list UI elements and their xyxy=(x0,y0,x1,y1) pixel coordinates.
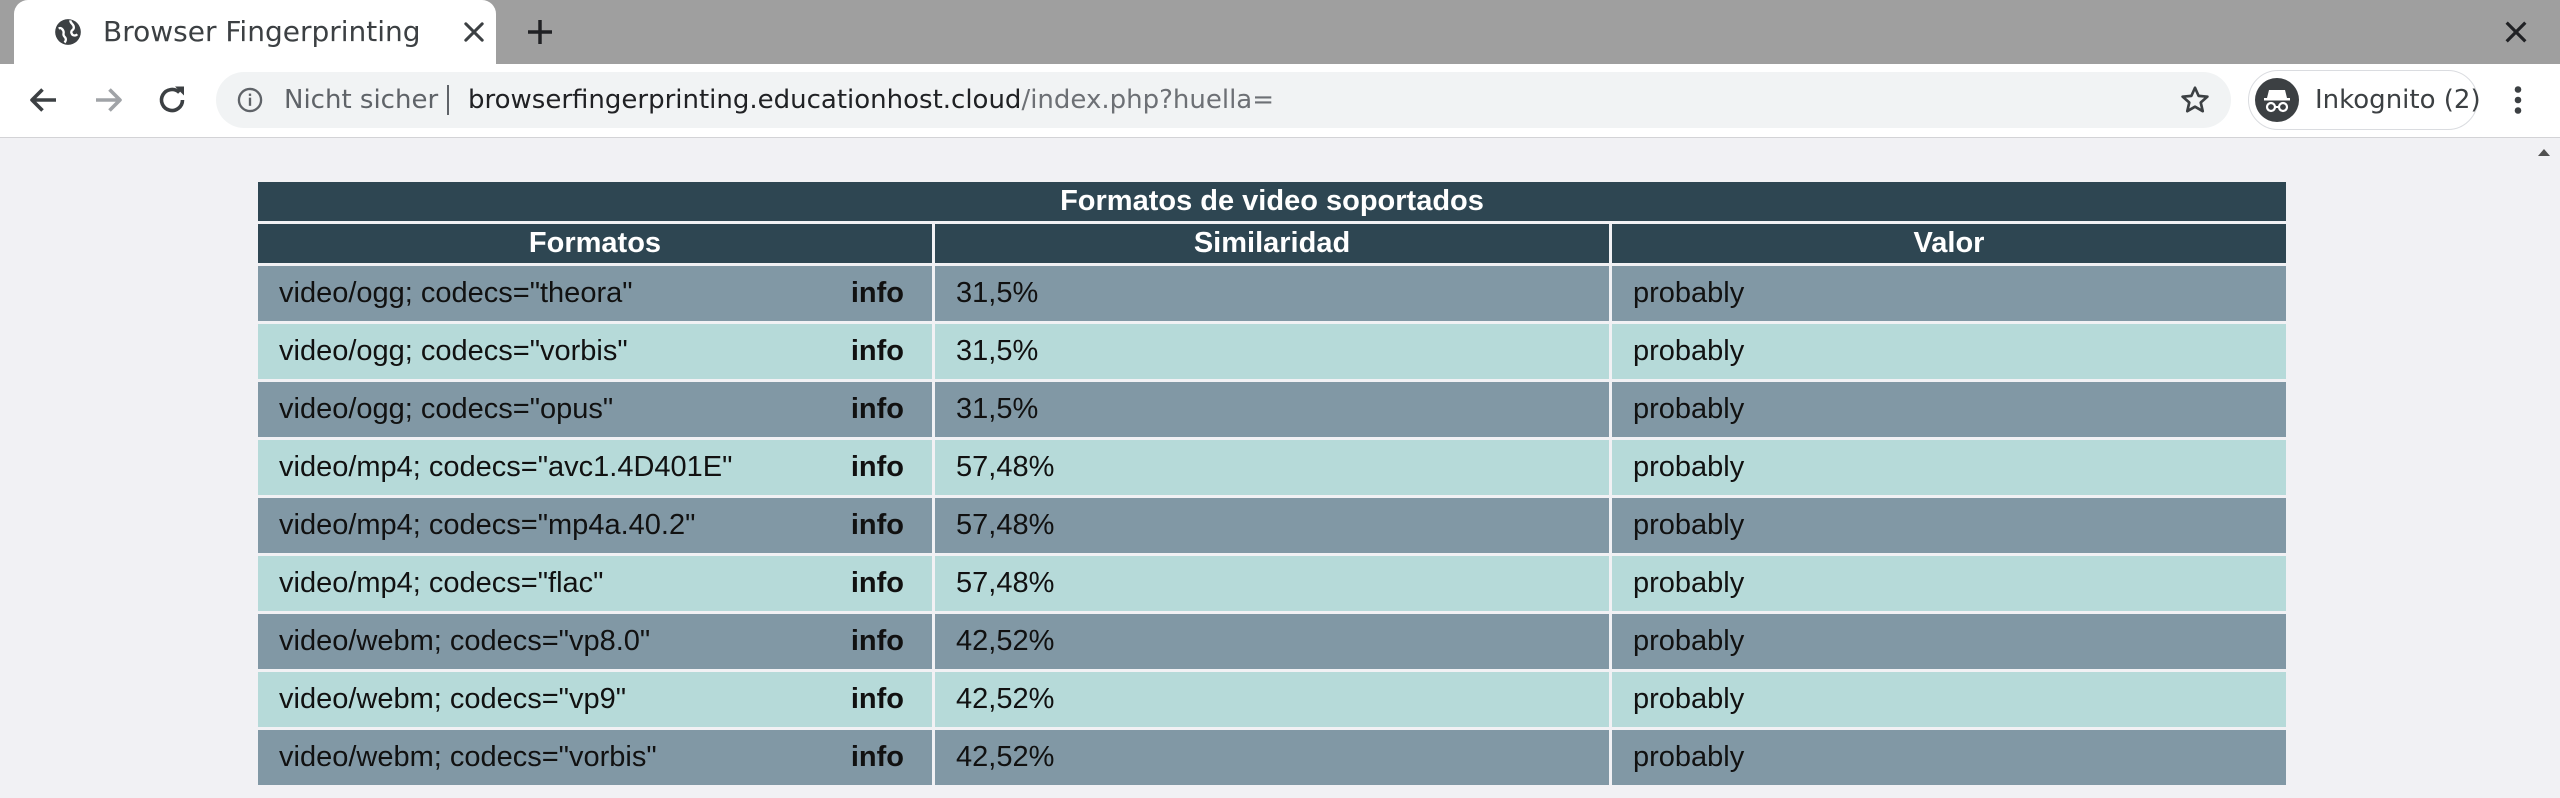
incognito-profile-button[interactable]: Inkognito (2) xyxy=(2248,70,2481,130)
info-link[interactable]: info xyxy=(851,672,904,727)
value-cell: probably xyxy=(1612,556,2286,611)
table-row: video/mp4; codecs="flac" info 57,48% prob… xyxy=(258,556,2286,611)
table-row: video/ogg; codecs="theora" info 31,5% pro… xyxy=(258,266,2286,321)
column-header-similaridad: Similaridad xyxy=(935,224,1609,263)
column-header-valor: Valor xyxy=(1612,224,2286,263)
value-cell: probably xyxy=(1612,672,2286,727)
tab-strip: Browser Fingerprinting xyxy=(0,0,2560,64)
similarity-cell: 31,5% xyxy=(935,324,1609,379)
table-row: video/webm; codecs="vorbis" info 42,52% p… xyxy=(258,730,2286,785)
table-row: video/webm; codecs="vp8.0" info 42,52% pr… xyxy=(258,614,2286,669)
format-name: video/mp4; codecs="flac" xyxy=(279,567,604,599)
format-name: video/webm; codecs="vorbis" xyxy=(279,741,657,773)
security-status[interactable]: Nicht sicher xyxy=(284,82,438,118)
info-link[interactable]: info xyxy=(851,730,904,785)
similarity-cell: 57,48% xyxy=(935,556,1609,611)
plus-icon[interactable] xyxy=(524,16,556,48)
scrollbar-up-arrow-icon[interactable] xyxy=(2536,146,2552,158)
info-link[interactable]: info xyxy=(851,266,904,321)
format-cell: video/webm; codecs="vorbis" info xyxy=(258,730,932,785)
back-arrow-icon[interactable] xyxy=(26,82,62,118)
info-icon[interactable] xyxy=(236,86,264,114)
format-name: video/mp4; codecs="avc1.4D401E" xyxy=(279,451,733,483)
format-cell: video/mp4; codecs="avc1.4D401E" info xyxy=(258,440,932,495)
address-bar[interactable]: Nicht sicher browserfingerprinting.educa… xyxy=(216,72,2231,128)
tab-title: Browser Fingerprinting xyxy=(103,15,421,48)
table-title: Formatos de video soportados xyxy=(258,182,2286,221)
similarity-cell: 31,5% xyxy=(935,266,1609,321)
similarity-cell: 31,5% xyxy=(935,382,1609,437)
url-text[interactable]: browserfingerprinting.educationhost.clou… xyxy=(468,82,1274,118)
column-header-formatos: Formatos xyxy=(258,224,932,263)
format-cell: video/ogg; codecs="theora" info xyxy=(258,266,932,321)
info-link[interactable]: info xyxy=(851,556,904,611)
format-name: video/ogg; codecs="opus" xyxy=(279,393,614,425)
format-cell: video/webm; codecs="vp9" info xyxy=(258,672,932,727)
window-close-icon[interactable] xyxy=(2500,16,2532,48)
tab-browser-fingerprinting[interactable]: Browser Fingerprinting xyxy=(14,0,496,64)
info-link[interactable]: info xyxy=(851,324,904,379)
star-icon[interactable] xyxy=(2179,84,2211,116)
value-cell: probably xyxy=(1612,730,2286,785)
format-cell: video/mp4; codecs="flac" info xyxy=(258,556,932,611)
value-cell: probably xyxy=(1612,498,2286,553)
table-row: video/mp4; codecs="mp4a.40.2" info 57,48%… xyxy=(258,498,2286,553)
value-cell: probably xyxy=(1612,614,2286,669)
table-row: video/mp4; codecs="avc1.4D401E" info 57,4… xyxy=(258,440,2286,495)
url-path: /index.php?huella= xyxy=(1021,85,1275,115)
format-cell: video/mp4; codecs="mp4a.40.2" info xyxy=(258,498,932,553)
similarity-cell: 42,52% xyxy=(935,730,1609,785)
format-name: video/webm; codecs="vp8.0" xyxy=(279,625,651,657)
format-name: video/ogg; codecs="theora" xyxy=(279,277,633,309)
info-link[interactable]: info xyxy=(851,382,904,437)
value-cell: probably xyxy=(1612,324,2286,379)
globe-icon xyxy=(55,19,81,45)
forward-arrow-icon[interactable] xyxy=(90,82,126,118)
video-formats-table: Formatos de video soportados Formatos Si… xyxy=(255,179,2289,788)
table-row: video/ogg; codecs="opus" info 31,5% proba… xyxy=(258,382,2286,437)
reload-icon[interactable] xyxy=(154,82,190,118)
info-link[interactable]: info xyxy=(851,440,904,495)
format-cell: video/ogg; codecs="vorbis" info xyxy=(258,324,932,379)
value-cell: probably xyxy=(1612,382,2286,437)
value-cell: probably xyxy=(1612,266,2286,321)
format-cell: video/ogg; codecs="opus" info xyxy=(258,382,932,437)
more-vert-icon[interactable] xyxy=(2500,82,2536,118)
format-cell: video/webm; codecs="vp8.0" info xyxy=(258,614,932,669)
url-host: browserfingerprinting.educationhost.clou… xyxy=(468,85,1022,115)
similarity-cell: 57,48% xyxy=(935,440,1609,495)
format-name: video/mp4; codecs="mp4a.40.2" xyxy=(279,509,696,541)
format-name: video/webm; codecs="vp9" xyxy=(279,683,627,715)
similarity-cell: 42,52% xyxy=(935,614,1609,669)
incognito-icon xyxy=(2255,78,2299,122)
incognito-label: Inkognito (2) xyxy=(2315,85,2481,115)
info-link[interactable]: info xyxy=(851,614,904,669)
similarity-cell: 42,52% xyxy=(935,672,1609,727)
close-icon[interactable] xyxy=(460,18,488,46)
table-row: video/webm; codecs="vp9" info 42,52% prob… xyxy=(258,672,2286,727)
browser-toolbar: Nicht sicher browserfingerprinting.educa… xyxy=(0,64,2560,138)
similarity-cell: 57,48% xyxy=(935,498,1609,553)
table-row: video/ogg; codecs="vorbis" info 31,5% pro… xyxy=(258,324,2286,379)
value-cell: probably xyxy=(1612,440,2286,495)
format-name: video/ogg; codecs="vorbis" xyxy=(279,335,628,367)
separator xyxy=(447,85,449,115)
info-link[interactable]: info xyxy=(851,498,904,553)
